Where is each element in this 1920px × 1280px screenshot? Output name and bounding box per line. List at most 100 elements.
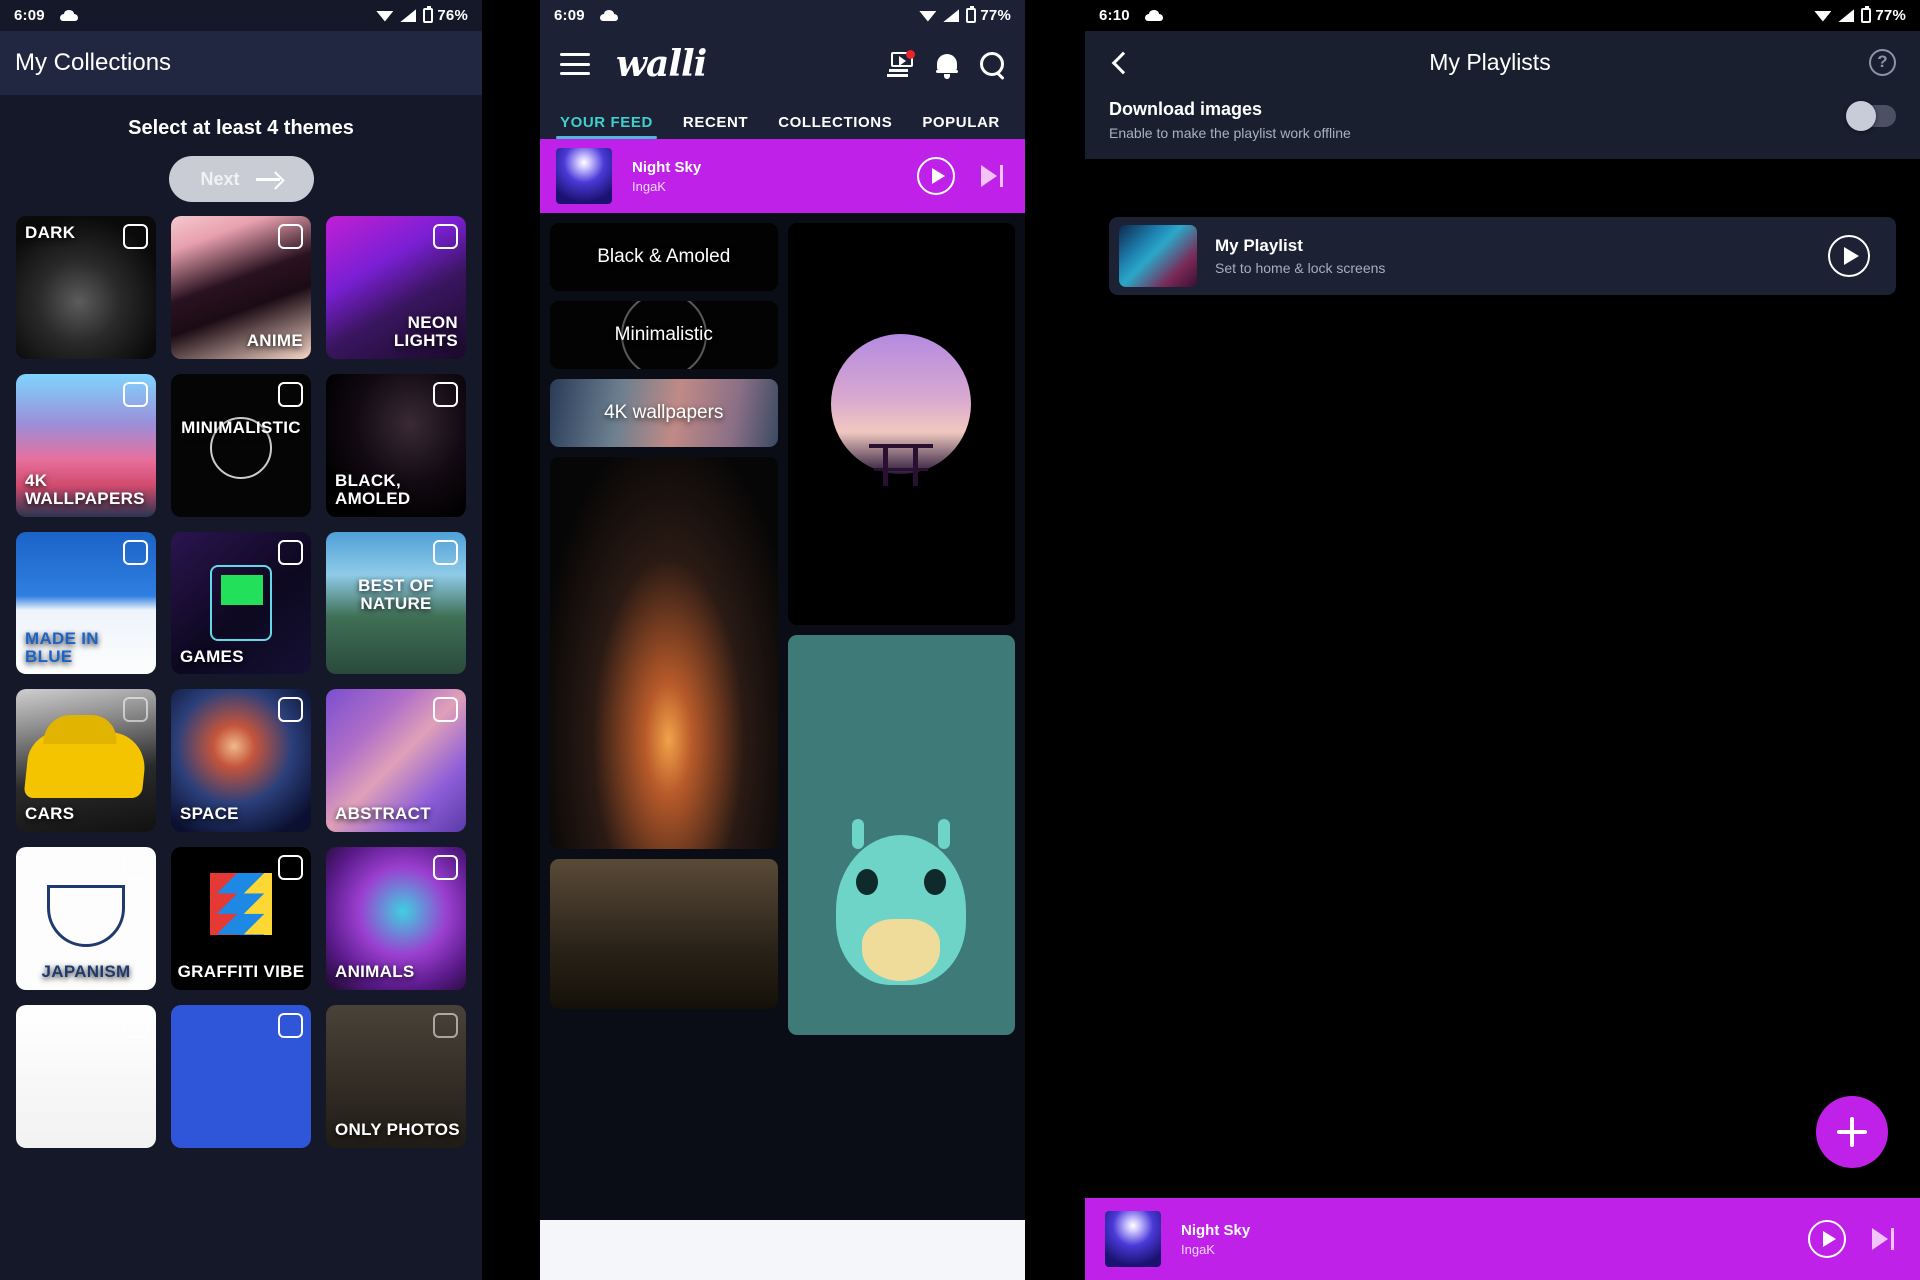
theme-checkbox[interactable] — [123, 539, 148, 565]
signal-icon — [1838, 9, 1854, 22]
theme-tile[interactable]: ANIMALS — [326, 847, 466, 990]
battery-icon — [423, 6, 434, 23]
badge-dot — [906, 49, 915, 59]
theme-tile[interactable]: DARK — [16, 216, 156, 359]
feed-image-torii[interactable] — [787, 223, 1015, 625]
status-bar-1: 6:09 76% — [0, 0, 482, 31]
playlist-subtitle: Set to home & lock screens — [1215, 260, 1386, 276]
theme-tile[interactable]: GRAFFITI VIBE — [171, 847, 311, 990]
now-playing-bar-playlists[interactable]: Night Sky IngaK — [1085, 1198, 1920, 1280]
theme-tile-label: ANIME — [246, 330, 303, 350]
feed-image-dragon[interactable] — [787, 635, 1015, 1035]
tab-recent[interactable]: RECENT — [683, 114, 748, 139]
theme-tile[interactable]: GAMES — [171, 531, 311, 675]
theme-tile[interactable]: ABSTRACT — [326, 689, 466, 833]
tab-popular[interactable]: POPULAR — [922, 114, 1000, 139]
theme-tile[interactable]: JAPANISM — [16, 847, 156, 990]
battery-percent: 77% — [1875, 7, 1906, 24]
playlist-item-my-playlist[interactable]: My Playlist Set to home & lock screens — [1109, 217, 1896, 295]
now-playing-bar-feed[interactable]: Night Sky IngaK — [540, 139, 1025, 213]
walli-toolbar: walli — [540, 31, 1025, 97]
theme-checkbox[interactable] — [433, 697, 458, 723]
theme-checkbox[interactable] — [433, 224, 458, 249]
now-playing-thumbnail — [1105, 1211, 1161, 1267]
play-circle-icon[interactable] — [917, 157, 955, 195]
notifications-icon[interactable] — [936, 52, 958, 79]
cloud-icon — [1144, 10, 1163, 21]
theme-tile[interactable] — [171, 1004, 311, 1148]
theme-tile[interactable]: NEON LIGHTS — [326, 216, 466, 359]
theme-tile[interactable]: ANIME — [171, 216, 311, 359]
theme-checkbox[interactable] — [278, 224, 303, 249]
search-icon[interactable] — [980, 51, 1005, 77]
theme-tile-label: 4K WALLPAPERS — [25, 470, 145, 508]
feed-image-car[interactable] — [550, 859, 778, 1009]
back-arrow-icon[interactable] — [1109, 51, 1131, 73]
theme-checkbox[interactable] — [433, 381, 458, 407]
page-title: My Playlists — [1429, 48, 1551, 75]
theme-tile[interactable]: ONLY PHOTOS — [326, 1004, 466, 1148]
theme-checkbox[interactable] — [278, 855, 303, 881]
help-circle-icon[interactable]: ? — [1869, 48, 1896, 76]
theme-checkbox[interactable] — [278, 381, 303, 407]
theme-checkbox[interactable] — [278, 539, 303, 565]
chip-minimalistic[interactable]: Minimalistic — [550, 301, 778, 369]
tab-your-feed[interactable]: YOUR FEED — [556, 114, 657, 139]
theme-tile-label: ANIMALS — [335, 962, 415, 982]
theme-tile-label: NEON LIGHTS — [393, 313, 458, 350]
theme-tile[interactable]: SPACE — [171, 689, 311, 833]
wallpaper-feed: Black & Amoled Minimalistic 4K wallpaper… — [540, 213, 1025, 1280]
next-button[interactable]: Next — [168, 156, 314, 202]
battery-percent: 76% — [437, 7, 468, 24]
status-time: 6:10 — [1099, 7, 1130, 24]
panel-divider-2 — [1025, 0, 1085, 1280]
theme-tile[interactable]: BLACK, AMOLED — [326, 373, 466, 517]
wifi-icon — [1814, 10, 1832, 22]
theme-tile[interactable]: 4K WALLPAPERS — [16, 373, 156, 517]
walli-header: 6:09 77% walli YOUR FEED RECENT COLLECTI… — [540, 0, 1025, 139]
theme-checkbox[interactable] — [278, 697, 303, 723]
now-playing-artist: IngaK — [1181, 1241, 1215, 1257]
download-images-toggle[interactable] — [1846, 101, 1896, 131]
chip-label: 4K wallpapers — [604, 402, 724, 423]
theme-checkbox[interactable] — [123, 381, 148, 407]
theme-checkbox[interactable] — [433, 855, 458, 881]
play-circle-icon[interactable] — [1828, 235, 1870, 277]
theme-checkbox[interactable] — [433, 539, 458, 565]
arrow-right-icon — [255, 172, 282, 186]
theme-tile-label: MADE IN BLUE — [25, 628, 99, 666]
video-stack-icon[interactable] — [887, 49, 915, 77]
skip-next-icon[interactable] — [1872, 1228, 1894, 1250]
theme-tile-label: GAMES — [180, 646, 244, 666]
skip-next-icon[interactable] — [981, 165, 1003, 187]
chip-black-amoled[interactable]: Black & Amoled — [550, 223, 778, 291]
hamburger-menu-icon[interactable] — [560, 53, 590, 75]
now-playing-artist: IngaK — [632, 178, 666, 194]
panel-divider-1 — [482, 0, 540, 1280]
theme-tile[interactable] — [16, 1004, 156, 1148]
teacup-icon — [47, 884, 125, 947]
panel-my-collections: 6:09 76% My Collections Select at least … — [0, 0, 482, 1280]
theme-grid: DARK ANIME NEON LIGHTS 4K WALLPAPERS MINIMALIS… — [0, 202, 482, 1162]
tab-collections[interactable]: COLLECTIONS — [778, 114, 892, 139]
theme-checkbox[interactable] — [278, 1012, 303, 1038]
add-playlist-fab[interactable] — [1816, 1096, 1888, 1168]
theme-checkbox[interactable] — [123, 1012, 148, 1038]
theme-checkbox[interactable] — [433, 1012, 458, 1038]
chip-4k-wallpapers[interactable]: 4K wallpapers — [550, 379, 778, 447]
battery-percent: 77% — [980, 7, 1011, 24]
theme-tile[interactable]: MADE IN BLUE — [16, 531, 156, 675]
play-circle-icon[interactable] — [1808, 1220, 1846, 1258]
theme-tile[interactable]: BEST OF NATURE — [326, 531, 466, 675]
theme-checkbox[interactable] — [123, 855, 148, 881]
walli-logo: walli — [616, 43, 707, 85]
battery-icon — [1861, 6, 1872, 23]
theme-tile[interactable]: CARS — [16, 689, 156, 833]
theme-tile-label: DARK — [25, 223, 76, 242]
cloud-icon — [59, 10, 78, 21]
feed-image-sunset[interactable] — [550, 457, 778, 849]
theme-tile[interactable]: MINIMALISTIC — [171, 373, 311, 517]
theme-checkbox[interactable] — [123, 697, 148, 723]
theme-checkbox[interactable] — [123, 224, 148, 249]
panel-my-playlists: 6:10 77% My Playlists ? Download images — [1085, 0, 1920, 1280]
